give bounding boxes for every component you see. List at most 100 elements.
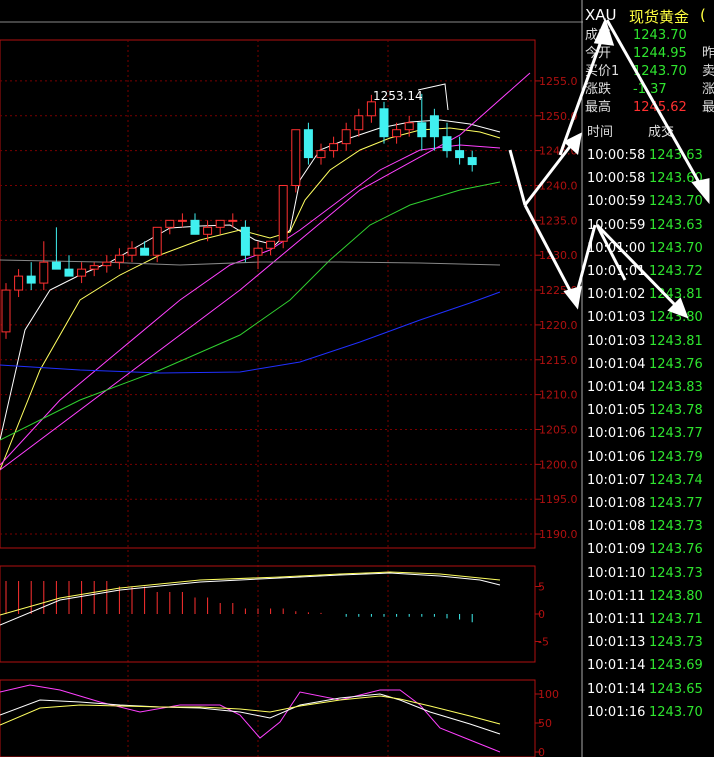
tick-price: 1243.81 (649, 333, 703, 349)
tick-time: 10:01:08 (587, 519, 646, 535)
quote-row: 买价1 1243.70 卖 (585, 63, 714, 81)
tick-time: 10:01:14 (587, 658, 646, 674)
axis-label: 1255.0 (539, 75, 578, 88)
tick-time: 10:01:13 (587, 635, 646, 651)
candle-body (266, 240, 276, 249)
tick-price: 1243.81 (649, 287, 703, 303)
tick-price: 1243.78 (649, 403, 703, 419)
quote-row: 涨跌 -1.37 涨 (585, 81, 714, 99)
candle-body (442, 136, 452, 152)
candle-body (291, 129, 301, 186)
candle (190, 213, 200, 235)
tick-time: 10:00:59 (587, 217, 646, 233)
ticks-time-header: 时间 (587, 125, 614, 140)
kdj-axis-label: 100 (538, 688, 559, 701)
chart-area[interactable]: 1255.0 1250.0 1245.0 1240.0 1235.0 1230.0 1225… (0, 0, 583, 757)
axis-label: 1225.0 (539, 284, 578, 297)
tick-row: 10:01:10 1243.73 (585, 563, 714, 585)
candle (114, 248, 124, 270)
tick-time: 10:01:04 (587, 380, 646, 395)
tick-price: 1243.63 (649, 217, 703, 233)
tick-price: 1243.73 (649, 565, 703, 581)
candle-body (39, 261, 49, 284)
candle (253, 241, 263, 270)
tick-row: 10:01:03 1243.80 (585, 307, 714, 329)
tick-price: 1243.70 (649, 704, 703, 720)
candle-body (429, 115, 439, 138)
tick-price: 1243.76 (649, 542, 703, 558)
price-grid (0, 0, 583, 757)
candle (266, 240, 276, 256)
axis-label: 1215.0 (539, 354, 578, 367)
tick-price: 1243.72 (649, 264, 703, 279)
candle (14, 269, 24, 298)
candle (316, 143, 326, 165)
candle (127, 241, 137, 263)
candle-body (455, 150, 465, 159)
tick-row: 10:01:08 1243.73 (585, 516, 714, 538)
tick-time: 10:01:05 (587, 403, 646, 419)
quote-value: 1243.70 (633, 28, 687, 43)
candle-body (417, 122, 427, 138)
candle-body (152, 226, 162, 256)
quote-row: 成交 1243.70 (585, 27, 714, 45)
tick-price: 1243.70 (649, 194, 703, 210)
candle-body (127, 247, 137, 256)
tick-price: 1243.79 (649, 449, 703, 465)
quote-value: 1244.95 (633, 46, 687, 61)
tick-row: 10:01:13 1243.73 (585, 632, 714, 654)
axis-label: 1205.0 (539, 423, 578, 436)
macd-dea-line (0, 571, 501, 616)
quote-label: 涨跌 (585, 82, 612, 97)
tick-time: 10:01:14 (587, 681, 646, 697)
tick-row: 10:01:05 1243.78 (585, 400, 714, 422)
axis-label: 1190.0 (539, 528, 578, 541)
kdj-axis-label: 0 (538, 746, 545, 757)
quote-row: 今开 1244.95 昨 (585, 45, 714, 63)
symbol-name: 现货黄金 (629, 8, 690, 26)
quote-label: 今开 (585, 46, 612, 61)
candle-body (51, 261, 61, 270)
tick-row: 10:01:00 1243.70 (585, 238, 714, 260)
kdj-frame (0, 679, 536, 757)
candle (354, 108, 364, 137)
candle (64, 255, 74, 277)
candle (89, 262, 99, 277)
macd-frame (0, 565, 536, 663)
quote-extra: 卖 (702, 64, 714, 79)
quote-value: 1245.62 (633, 100, 687, 115)
candle-body (165, 219, 175, 228)
kdj-panel: 100 50 0 (0, 679, 559, 757)
tick-price: 1243.83 (649, 380, 703, 395)
quote-row: 最高 1245.62 最 (585, 99, 714, 117)
candle-body (253, 247, 263, 256)
axis-label: 1235.0 (539, 214, 578, 227)
candle (77, 262, 87, 284)
quote-label: 成交 (585, 28, 612, 43)
axis-label: 1250.0 (539, 110, 578, 123)
candle-body (64, 268, 74, 277)
candle (102, 255, 112, 273)
candle (329, 136, 339, 158)
tick-price: 1243.77 (649, 426, 703, 442)
axis-label: 1195.0 (539, 493, 578, 506)
tick-time: 10:00:58 (587, 148, 646, 163)
quote-label: 买价1 (585, 64, 620, 79)
ma250-line (0, 291, 501, 374)
tick-price: 1243.80 (649, 310, 703, 326)
tick-price: 1243.77 (649, 496, 703, 511)
macd-dif-line (0, 572, 501, 626)
tick-row: 10:01:16 1243.70 (585, 702, 714, 724)
candle-body (14, 275, 24, 291)
candlesticks (1, 93, 477, 339)
macd-axis-label: -5 (538, 636, 549, 649)
tick-time: 10:01:06 (587, 449, 646, 465)
candle-body (177, 219, 187, 222)
candle (51, 227, 61, 270)
tick-time: 10:01:04 (587, 356, 646, 372)
macd-axis-label: 0 (538, 608, 545, 621)
candle-body (240, 226, 250, 256)
tick-time: 10:01:00 (587, 240, 646, 256)
axis-label: 1245.0 (539, 145, 578, 158)
candle-body (26, 275, 36, 284)
